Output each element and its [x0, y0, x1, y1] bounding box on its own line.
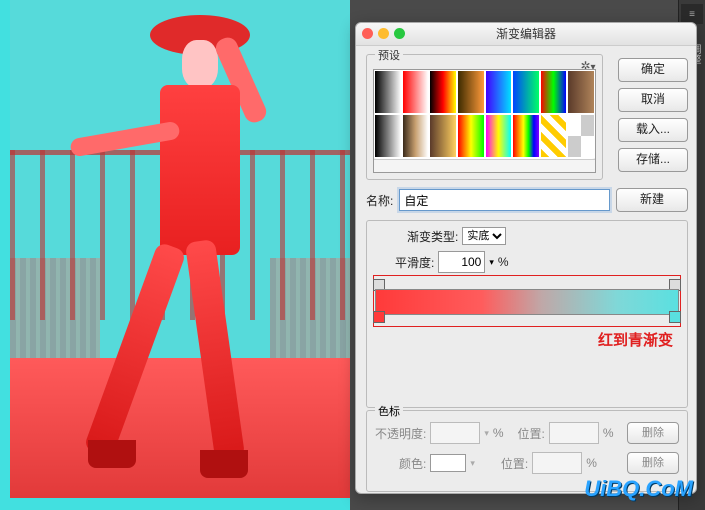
annotation-text: 红到青渐变: [598, 329, 673, 350]
opacity-label: 不透明度:: [375, 425, 426, 442]
panel-icon[interactable]: ≡: [681, 4, 703, 24]
color-well: [430, 454, 466, 472]
color-stop-right[interactable]: [669, 311, 681, 323]
preset-swatch[interactable]: [402, 70, 430, 114]
chevron-down-icon: ▾: [484, 428, 489, 439]
type-select[interactable]: 实底: [462, 227, 506, 245]
smoothness-label: 平滑度:: [395, 254, 434, 271]
preset-swatch[interactable]: [485, 70, 513, 114]
position-label-1: 位置:: [518, 425, 545, 442]
preset-swatch[interactable]: [567, 114, 595, 158]
gradient-editor-dialog: 渐变编辑器 预设 ✲▾ 确定 取消 载入... 存储... 名称: 新建 渐变类…: [355, 22, 697, 494]
save-button[interactable]: 存储...: [618, 148, 688, 172]
document-canvas[interactable]: [0, 0, 350, 510]
preset-swatch[interactable]: [512, 114, 540, 158]
presets-label: 预设: [375, 47, 403, 63]
gradient-preview[interactable]: [375, 289, 679, 315]
minimize-icon[interactable]: [378, 28, 389, 39]
position-label-2: 位置:: [501, 455, 528, 472]
preset-swatch[interactable]: [374, 114, 402, 158]
preset-swatch[interactable]: [429, 70, 457, 114]
color-stop-left[interactable]: [373, 311, 385, 323]
preset-swatch[interactable]: [429, 114, 457, 158]
position-input-2: [532, 452, 582, 474]
percent-2: %: [603, 426, 614, 440]
gradient-settings-group: 渐变类型: 实底 平滑度: ▾ % 红到青渐变: [366, 220, 688, 408]
preset-swatch[interactable]: [457, 114, 485, 158]
position-input-1: [549, 422, 599, 444]
delete-opacity-stop-button: 删除: [627, 422, 679, 444]
ok-button[interactable]: 确定: [618, 58, 688, 82]
preset-swatch[interactable]: [540, 70, 568, 114]
cancel-button[interactable]: 取消: [618, 88, 688, 112]
preset-swatch[interactable]: [374, 70, 402, 114]
preset-swatch[interactable]: [540, 114, 568, 158]
chevron-down-icon-2: ▾: [470, 458, 475, 469]
opacity-input: [430, 422, 480, 444]
smoothness-input[interactable]: [438, 251, 485, 273]
type-label: 渐变类型:: [407, 228, 458, 245]
duotone-photo: [10, 0, 350, 498]
smoothness-stepper-icon[interactable]: ▾: [489, 257, 494, 268]
preset-swatch-list[interactable]: [373, 69, 596, 173]
dialog-title: 渐变编辑器: [496, 27, 556, 41]
load-button[interactable]: 载入...: [618, 118, 688, 142]
delete-color-stop-button: 删除: [627, 452, 679, 474]
stops-label: 色标: [375, 403, 403, 419]
preset-scrollbar[interactable]: [374, 159, 595, 172]
new-button[interactable]: 新建: [616, 188, 688, 212]
name-input[interactable]: [399, 189, 610, 211]
gradient-bar[interactable]: [375, 279, 679, 323]
preset-swatch[interactable]: [457, 70, 485, 114]
preset-swatch[interactable]: [402, 114, 430, 158]
preset-swatch[interactable]: [567, 70, 595, 114]
close-icon[interactable]: [362, 28, 373, 39]
preset-swatch[interactable]: [485, 114, 513, 158]
preset-swatch[interactable]: [512, 70, 540, 114]
presets-group: 预设 ✲▾: [366, 54, 603, 180]
stops-group: 色标 不透明度: ▾ % 位置: % 删除 颜色: ▾ 位置: % 删除: [366, 410, 688, 492]
dialog-titlebar[interactable]: 渐变编辑器: [356, 23, 696, 46]
percent-label: %: [498, 255, 509, 269]
dialog-side-buttons: 确定 取消 载入... 存储...: [618, 58, 688, 172]
zoom-icon[interactable]: [394, 28, 405, 39]
window-controls: [362, 28, 405, 39]
color-label: 颜色:: [399, 455, 426, 472]
name-label: 名称:: [366, 192, 393, 209]
percent-1: %: [493, 426, 504, 440]
percent-3: %: [586, 456, 597, 470]
